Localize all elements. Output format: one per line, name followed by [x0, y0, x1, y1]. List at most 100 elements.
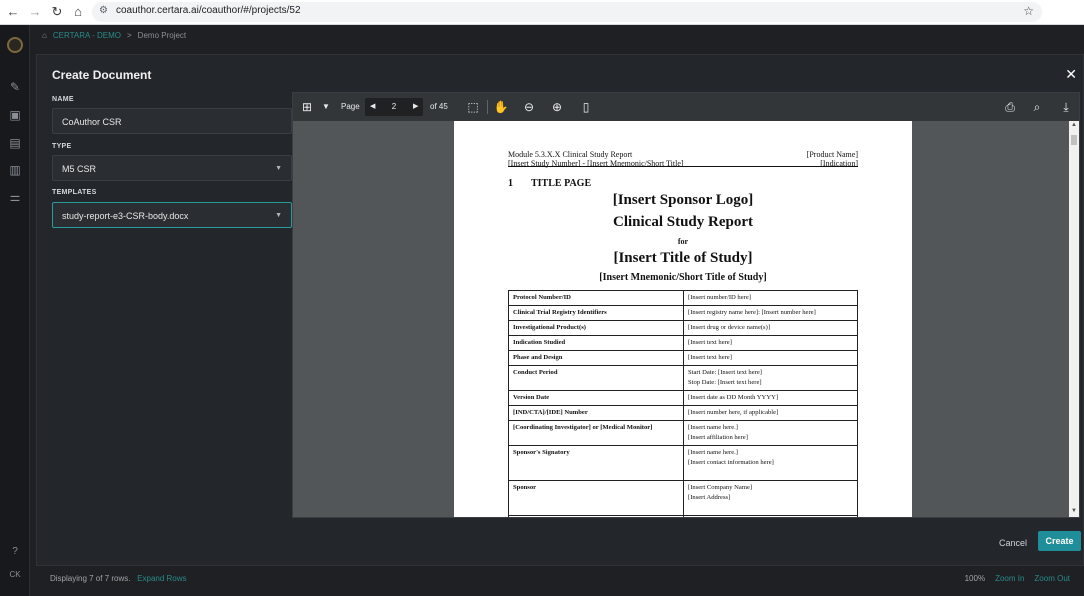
status-bar: Displaying 7 of 7 rows. Expand Rows 100%…: [40, 570, 1084, 588]
row-value: [Insert registry name here]: [Insert num…: [683, 305, 858, 321]
edit-document-icon[interactable]: ✎: [7, 79, 23, 95]
templates-select[interactable]: study-report-e3-CSR-body.docx ▼: [52, 202, 292, 228]
back-arrow-icon[interactable]: ←: [5, 4, 21, 20]
scroll-thumb[interactable]: [1071, 135, 1077, 145]
section-title: TITLE PAGE: [531, 178, 592, 189]
table-row: Phase and Design [Insert text here]: [508, 350, 858, 366]
dialog-title: Create Document: [52, 68, 152, 82]
zoom-out-link[interactable]: Zoom Out: [1034, 574, 1070, 583]
row-value-line: [Insert text here]: [688, 339, 732, 346]
bookmark-star-icon[interactable]: ☆: [1023, 4, 1034, 18]
chevron-down-icon: ▼: [275, 212, 282, 219]
chip-icon[interactable]: ▣: [7, 107, 23, 123]
pdf-page: Module 5.3.X.X Clinical Study Report [Pr…: [454, 121, 912, 517]
reload-icon[interactable]: ↻: [49, 4, 65, 20]
create-button[interactable]: Create: [1038, 531, 1081, 551]
row-value-line: [Insert name here.]: [688, 424, 738, 431]
templates-label: TEMPLATES: [52, 189, 97, 196]
type-select[interactable]: M5 CSR ▼: [52, 155, 292, 181]
row-value-line: [Insert registry name here]: [Insert num…: [688, 309, 816, 316]
zoom-out-icon[interactable]: ⊖: [521, 99, 537, 115]
site-info-icon[interactable]: ⚙: [99, 5, 108, 16]
zoom-controls: 100% Zoom In Zoom Out: [965, 574, 1070, 583]
library-icon[interactable]: ▥: [7, 162, 23, 178]
scroll-up-icon[interactable]: ▲: [1069, 122, 1079, 130]
row-key: Compliance Statement: [508, 515, 684, 517]
row-key: Sponsor's Signatory: [508, 445, 684, 481]
row-value-line: [Insert contact information here]: [688, 459, 774, 466]
forward-arrow-icon[interactable]: →: [27, 4, 43, 20]
url-text[interactable]: coauthor.certara.ai/coauthor/#/projects/…: [116, 5, 301, 16]
section-heading: 1 TITLE PAGE: [508, 178, 591, 189]
name-field[interactable]: CoAuthor CSR: [52, 108, 292, 134]
home-icon[interactable]: ⌂: [42, 31, 47, 40]
next-page-icon[interactable]: ▶: [413, 102, 418, 110]
row-key: [IND/CTA]/[IDE] Number: [508, 405, 684, 421]
report-title: Clinical Study Report: [612, 214, 753, 230]
row-value: [Insert name here.] [Insert affiliation h…: [683, 420, 858, 446]
pdf-viewer: ⊞ ▼ Page ◀ 2 ▶ of 45 ⬚ ✋ ⊖ ⊕ ▯ ⎙ ⌕ ⤓ Mod…: [292, 92, 1080, 518]
document-canvas[interactable]: Module 5.3.X.X Clinical Study Report [Pr…: [293, 121, 1069, 517]
browser-toolbar: ← → ↻ ⌂ ⚙ coauthor.certara.ai/coauthor/#…: [0, 0, 1084, 25]
breadcrumb: ⌂ CERTARA - DEMO > Demo Project: [42, 31, 186, 40]
table-row: Sponsor's Signatory [Insert name here.] [I…: [508, 445, 858, 481]
toolbar-divider: [487, 100, 488, 114]
prev-page-icon[interactable]: ◀: [370, 102, 375, 110]
row-value-line: [688, 503, 853, 513]
row-count: Displaying 7 of 7 rows.: [50, 574, 131, 583]
page-label: Page: [341, 102, 360, 111]
section-number: 1: [508, 178, 513, 189]
home-icon[interactable]: ⌂: [70, 4, 86, 20]
study-title: [Insert Title of Study]: [613, 250, 753, 266]
name-value: CoAuthor CSR: [62, 117, 122, 127]
row-value-line: [Insert text here]: [688, 354, 732, 361]
row-key: Protocol Number/ID: [508, 290, 684, 306]
type-label: TYPE: [52, 143, 72, 150]
breadcrumb-org[interactable]: CERTARA - DEMO: [53, 31, 121, 40]
user-avatar[interactable]: CK: [0, 570, 30, 579]
breadcrumb-project[interactable]: Demo Project: [138, 31, 186, 40]
help-icon[interactable]: ?: [0, 546, 30, 557]
row-key: Clinical Trial Registry Identifiers: [508, 305, 684, 321]
row-value-line: Stop Date: [Insert text here]: [688, 379, 762, 386]
select-area-icon[interactable]: ⬚: [465, 99, 481, 115]
type-value: M5 CSR: [62, 164, 97, 174]
row-value-line: [Insert number here, if applicable]: [688, 409, 779, 416]
row-key: Investigational Product(s): [508, 320, 684, 336]
name-label: NAME: [52, 96, 74, 103]
caret-down-icon[interactable]: ▼: [318, 99, 334, 115]
address-bar[interactable]: ⚙ coauthor.certara.ai/coauthor/#/project…: [92, 2, 1042, 22]
row-key: Phase and Design: [508, 350, 684, 366]
zoom-in-link[interactable]: Zoom In: [995, 574, 1024, 583]
row-key: Version Date: [508, 390, 684, 406]
left-rail: ✎ ▣ ▤ ▥ ⚌ ? CK: [0, 25, 30, 596]
table-row: Sponsor [Insert Company Name] [Insert Addr…: [508, 480, 858, 516]
row-value: [Insert drug or device name(s)]: [683, 320, 858, 336]
close-icon[interactable]: ✕: [1065, 66, 1077, 83]
zoom-in-icon[interactable]: ⊕: [549, 99, 565, 115]
row-value: Start Date: [Insert text here] Stop Date:…: [683, 365, 858, 391]
print-icon[interactable]: ⎙: [1002, 99, 1018, 115]
table-row: Indication Studied [Insert text here]: [508, 335, 858, 351]
row-value-line: [Insert drug or device name(s)]: [688, 324, 771, 331]
settings-sliders-icon[interactable]: ⚌: [7, 189, 23, 205]
search-icon[interactable]: ⌕: [1029, 99, 1045, 115]
vertical-scrollbar[interactable]: ▲ ▼: [1069, 121, 1079, 517]
download-icon[interactable]: ⤓: [1058, 99, 1074, 115]
table-row: Investigational Product(s) [Insert drug o…: [508, 320, 858, 336]
header-rule: [508, 166, 858, 167]
page-number-input[interactable]: 2: [387, 102, 401, 111]
pdf-toolbar: ⊞ ▼ Page ◀ 2 ▶ of 45 ⬚ ✋ ⊖ ⊕ ▯ ⎙ ⌕ ⤓: [293, 93, 1079, 121]
scroll-down-icon[interactable]: ▼: [1069, 508, 1079, 516]
for-text: for: [677, 237, 689, 246]
cancel-button[interactable]: Cancel: [999, 538, 1027, 548]
package-icon[interactable]: ▤: [7, 135, 23, 151]
table-row: Version Date [Insert date as DD Month YYY…: [508, 390, 858, 406]
thumbnails-icon[interactable]: ⊞: [299, 99, 315, 115]
row-value: [Insert name here.] [Insert contact infor…: [683, 445, 858, 481]
expand-rows-link[interactable]: Expand Rows: [137, 574, 186, 583]
zoom-level: 100%: [964, 574, 986, 583]
hand-pan-icon[interactable]: ✋: [493, 99, 509, 115]
fit-page-icon[interactable]: ▯: [578, 99, 594, 115]
app-logo[interactable]: [7, 37, 23, 53]
